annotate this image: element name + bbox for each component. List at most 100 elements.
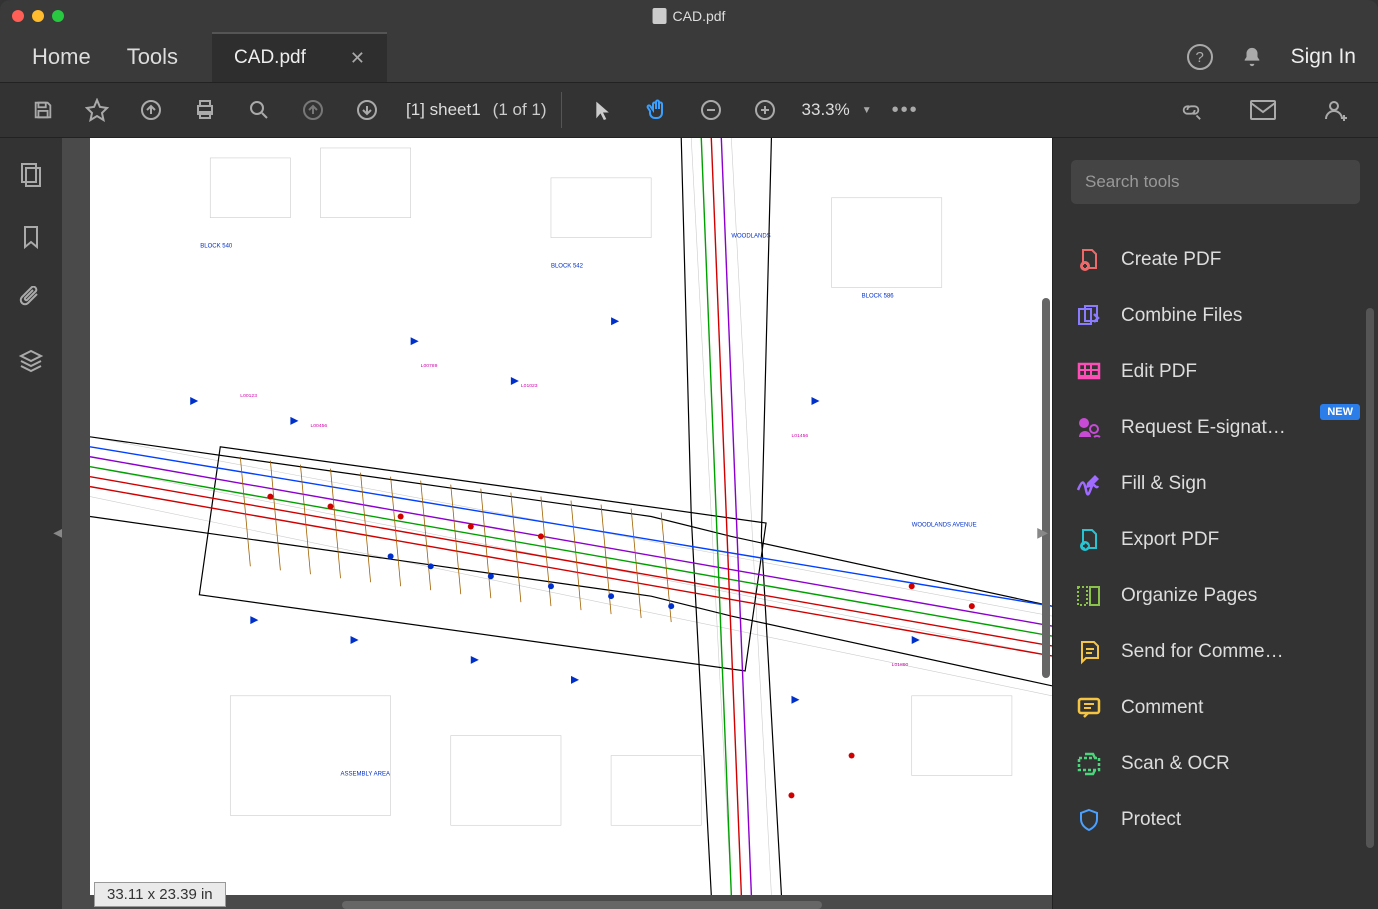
svg-text:L00123: L00123 [240,393,257,399]
vertical-scrollbar[interactable] [1042,298,1050,678]
star-icon[interactable] [76,89,118,131]
select-tool-icon[interactable] [582,89,624,131]
help-icon[interactable]: ? [1187,44,1213,70]
page-dimensions: 33.11 x 23.39 in [94,882,226,907]
new-badge: NEW [1320,404,1360,420]
toolbar: [1] sheet1 (1 of 1) 33.3% ▼ ••• [0,82,1378,138]
tab-document-label: CAD.pdf [234,47,306,69]
tool-item-create[interactable]: Create PDF [1053,232,1378,288]
share-link-icon[interactable] [1170,89,1212,131]
window-titlebar: CAD.pdf [0,0,1378,32]
page-down-icon[interactable] [346,89,388,131]
tool-item-fillsign[interactable]: Fill & Sign [1053,456,1378,512]
print-icon[interactable] [184,89,226,131]
esign-icon [1075,414,1103,442]
cad-drawing: BLOCK 540 BLOCK 542 BLOCK 586 WOODLANDS AS… [90,138,1052,895]
edit-icon [1075,358,1103,386]
combine-icon [1075,302,1103,330]
window-close-button[interactable] [12,10,24,22]
account-icon[interactable] [1314,89,1356,131]
svg-text:BLOCK 540: BLOCK 540 [200,244,233,250]
attachments-icon[interactable] [19,286,43,312]
tool-item-organize[interactable]: Organize Pages [1053,568,1378,624]
svg-text:WOODLANDS: WOODLANDS [731,234,770,240]
tab-bar: Home Tools CAD.pdf ✕ ? Sign In [0,32,1378,82]
tool-label: Export PDF [1121,529,1356,551]
tool-label: Request E-signat… [1121,417,1356,439]
tab-tools[interactable]: Tools [109,34,196,80]
window-minimize-button[interactable] [32,10,44,22]
thumbnails-icon[interactable] [19,162,43,188]
tool-label: Combine Files [1121,305,1356,327]
tab-document[interactable]: CAD.pdf ✕ [212,32,387,82]
window-title: CAD.pdf [653,8,726,24]
search-tools-box[interactable] [1071,160,1360,204]
zoom-in-icon[interactable] [744,89,786,131]
tab-home[interactable]: Home [14,34,109,80]
find-icon[interactable] [238,89,280,131]
tools-list: Create PDF Combine Files Edit PDF Request E… [1053,218,1378,909]
upload-cloud-icon[interactable] [130,89,172,131]
svg-text:BLOCK 542: BLOCK 542 [551,263,584,269]
toolbar-divider [561,92,562,128]
tool-label: Send for Comme… [1121,641,1356,663]
tool-label: Create PDF [1121,249,1356,271]
create-icon [1075,246,1103,274]
zoom-dropdown-icon[interactable]: ▼ [862,105,872,116]
more-tools-icon[interactable]: ••• [892,99,919,122]
page-info: (1 of 1) [493,100,547,120]
page-up-icon[interactable] [292,89,334,131]
tool-item-scan[interactable]: Scan & OCR [1053,736,1378,792]
hand-tool-icon[interactable] [636,89,678,131]
sign-in-button[interactable]: Sign In [1291,45,1356,69]
zoom-percentage[interactable]: 33.3% [802,100,850,120]
svg-text:L01456: L01456 [791,433,808,439]
pdf-page: BLOCK 540 BLOCK 542 BLOCK 586 WOODLANDS AS… [90,138,1052,895]
tool-item-export[interactable]: Export PDF [1053,512,1378,568]
notifications-icon[interactable] [1241,45,1263,69]
tool-label: Protect [1121,809,1356,831]
email-icon[interactable] [1242,89,1284,131]
tools-panel: Create PDF Combine Files Edit PDF Request E… [1052,138,1378,909]
tool-label: Fill & Sign [1121,473,1356,495]
save-icon[interactable] [22,89,64,131]
svg-text:L00456: L00456 [310,423,327,429]
svg-text:L01890: L01890 [892,662,909,668]
traffic-lights [12,10,64,22]
tool-item-sendcomment[interactable]: Send for Comme… [1053,624,1378,680]
tool-item-edit[interactable]: Edit PDF [1053,344,1378,400]
tab-close-button[interactable]: ✕ [350,48,365,69]
sheet-label: [1] sheet1 [406,100,481,120]
window-title-text: CAD.pdf [673,8,726,24]
tool-label: Edit PDF [1121,361,1356,383]
tool-label: Scan & OCR [1121,753,1356,775]
protect-icon [1075,806,1103,834]
scan-icon [1075,750,1103,778]
fillsign-icon [1075,470,1103,498]
svg-text:ASSEMBLY AREA: ASSEMBLY AREA [341,771,390,777]
svg-text:L00789: L00789 [421,363,438,369]
panel-scrollbar[interactable] [1366,308,1374,848]
zoom-out-icon[interactable] [690,89,732,131]
layers-icon[interactable] [18,348,44,374]
sendcomment-icon [1075,638,1103,666]
tool-item-combine[interactable]: Combine Files [1053,288,1378,344]
tool-item-esign[interactable]: Request E-signat…NEW [1053,400,1378,456]
tool-item-comment[interactable]: Comment [1053,680,1378,736]
tool-item-protect[interactable]: Protect [1053,792,1378,848]
bookmarks-icon[interactable] [20,224,42,250]
svg-text:L01023: L01023 [521,383,538,389]
tool-label: Comment [1121,697,1356,719]
document-icon [653,8,667,24]
svg-text:BLOCK 586: BLOCK 586 [862,293,895,299]
document-viewport[interactable]: BLOCK 540 BLOCK 542 BLOCK 586 WOODLANDS AS… [62,138,1052,909]
search-tools-input[interactable] [1085,172,1346,192]
svg-text:WOODLANDS AVENUE: WOODLANDS AVENUE [912,522,977,528]
main-area: ◀ [0,138,1378,909]
horizontal-scrollbar[interactable] [342,901,822,909]
tool-label: Organize Pages [1121,585,1356,607]
window-zoom-button[interactable] [52,10,64,22]
left-sidebar: ◀ [0,138,62,909]
collapse-right-icon[interactable]: ▶ [1037,524,1048,541]
comment-icon [1075,694,1103,722]
